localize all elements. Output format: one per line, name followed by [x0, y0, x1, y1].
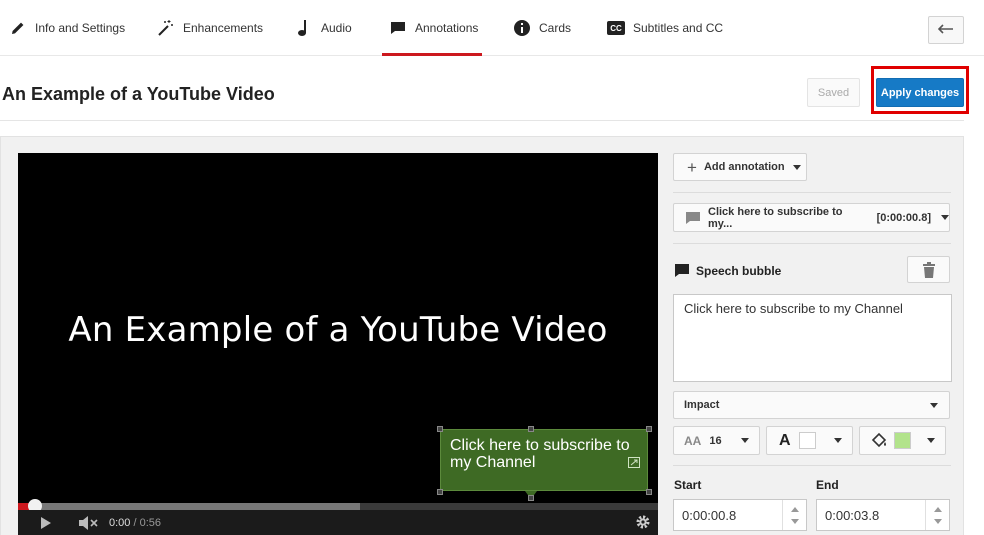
font-select[interactable]: Impact: [673, 391, 950, 419]
start-time-field[interactable]: [673, 499, 807, 531]
start-label: Start: [674, 478, 702, 492]
duration: 0:56: [139, 517, 162, 529]
cc-icon: CC: [606, 18, 626, 38]
gear-icon[interactable]: [635, 514, 651, 535]
resize-handle[interactable]: [528, 495, 534, 501]
svg-text:CC: CC: [610, 24, 622, 33]
speech-bubble-icon: [388, 18, 408, 38]
font-size-value: 16: [709, 434, 722, 447]
play-icon[interactable]: [40, 516, 52, 535]
time-display: 0:00 / 0:56: [109, 517, 161, 529]
tab-enhancements[interactable]: Enhancements: [156, 0, 263, 56]
resize-handle[interactable]: [646, 489, 652, 495]
font-size-select[interactable]: AA 16: [673, 426, 760, 455]
increment-arrow-icon[interactable]: [934, 507, 942, 512]
tab-info-and-settings[interactable]: Info and Settings: [8, 0, 125, 56]
annotation-bubble-text: Click here to subscribe to my Channel: [450, 437, 630, 471]
increment-arrow-icon[interactable]: [791, 507, 799, 512]
annotation-select[interactable]: Click here to subscribe to my... [0:00:0…: [673, 203, 950, 232]
end-time-field[interactable]: [816, 499, 950, 531]
annotation-type-label: Speech bubble: [696, 263, 782, 278]
start-time-stepper[interactable]: [782, 500, 806, 530]
progress-loaded: [18, 503, 360, 510]
decrement-arrow-icon[interactable]: [791, 519, 799, 524]
paint-bucket-icon: [870, 432, 888, 450]
font-select-value: Impact: [684, 399, 720, 411]
annotation-text-field[interactable]: Click here to subscribe to my Channel: [673, 294, 952, 382]
chevron-down-icon: [941, 215, 949, 220]
resize-handle[interactable]: [528, 426, 534, 432]
annotation-type-heading: Speech bubble: [674, 263, 781, 278]
annotation-bubble[interactable]: Click here to subscribe to my Channel: [440, 429, 648, 491]
background-color-select[interactable]: [859, 426, 946, 455]
tab-cards[interactable]: Cards: [512, 0, 571, 56]
mute-icon[interactable]: [78, 516, 98, 535]
font-size-icon: AA: [684, 433, 702, 448]
back-button[interactable]: [928, 16, 964, 44]
divider: [673, 192, 951, 193]
add-annotation-button[interactable]: + Add annotation: [673, 153, 807, 181]
divider: [0, 120, 964, 121]
tab-label: Cards: [539, 21, 572, 35]
annotation-select-label: Click here to subscribe to my...: [708, 205, 843, 230]
music-note-icon: [294, 18, 314, 38]
tab-subtitles-and-cc[interactable]: CC Subtitles and CC: [606, 0, 723, 56]
highlight-box: [871, 66, 969, 114]
player-controls: 0:00 / 0:56: [18, 510, 658, 535]
video-player[interactable]: An Example of a YouTube Video Click here…: [18, 153, 658, 535]
back-arrow-icon: [937, 21, 954, 39]
time-separator: /: [130, 517, 140, 529]
resize-handle[interactable]: [646, 426, 652, 432]
tab-label: Enhancements: [183, 21, 264, 35]
speech-bubble-icon: [674, 263, 690, 278]
end-time-input[interactable]: [825, 508, 920, 523]
external-link-icon: [628, 457, 640, 468]
decrement-arrow-icon[interactable]: [934, 519, 942, 524]
magic-wand-icon: [156, 18, 176, 38]
page-title: An Example of a YouTube Video: [2, 84, 275, 104]
plus-icon: +: [687, 157, 697, 177]
chevron-down-icon: [834, 438, 842, 443]
saved-button[interactable]: Saved: [807, 78, 860, 107]
background-color-swatch: [894, 432, 911, 449]
add-annotation-label: Add annotation: [703, 161, 785, 173]
top-nav: Info and Settings Enhancements Audio Ann…: [0, 0, 984, 56]
chevron-down-icon: [930, 403, 938, 408]
chevron-down-icon: [741, 438, 749, 443]
chevron-down-icon: [927, 438, 935, 443]
text-color-select[interactable]: A: [766, 426, 853, 455]
video-title-text: An Example of a YouTube Video: [68, 310, 608, 350]
current-time: 0:00: [109, 517, 131, 529]
annotation-select-timestamp: [0:00:00.8]: [876, 211, 931, 224]
end-label: End: [816, 478, 839, 492]
trash-icon: [922, 261, 936, 278]
resize-handle[interactable]: [437, 426, 443, 432]
start-time-input[interactable]: [682, 508, 777, 523]
tab-label: Audio: [321, 21, 352, 35]
chevron-down-icon: [792, 164, 801, 170]
delete-annotation-button[interactable]: [907, 256, 950, 283]
tab-label: Annotations: [415, 21, 479, 35]
end-time-stepper[interactable]: [925, 500, 949, 530]
tab-label: Info and Settings: [35, 21, 126, 35]
tab-audio[interactable]: Audio: [294, 0, 352, 56]
text-color-swatch: [798, 432, 816, 449]
speech-bubble-icon: [685, 211, 701, 225]
resize-handle[interactable]: [437, 489, 443, 495]
pencil-icon: [8, 18, 28, 38]
text-color-icon: A: [779, 431, 791, 449]
tab-label: Subtitles and CC: [633, 21, 724, 35]
divider: [673, 465, 951, 466]
divider: [673, 243, 951, 244]
tab-annotations[interactable]: Annotations: [382, 0, 482, 56]
info-icon: [512, 18, 532, 38]
